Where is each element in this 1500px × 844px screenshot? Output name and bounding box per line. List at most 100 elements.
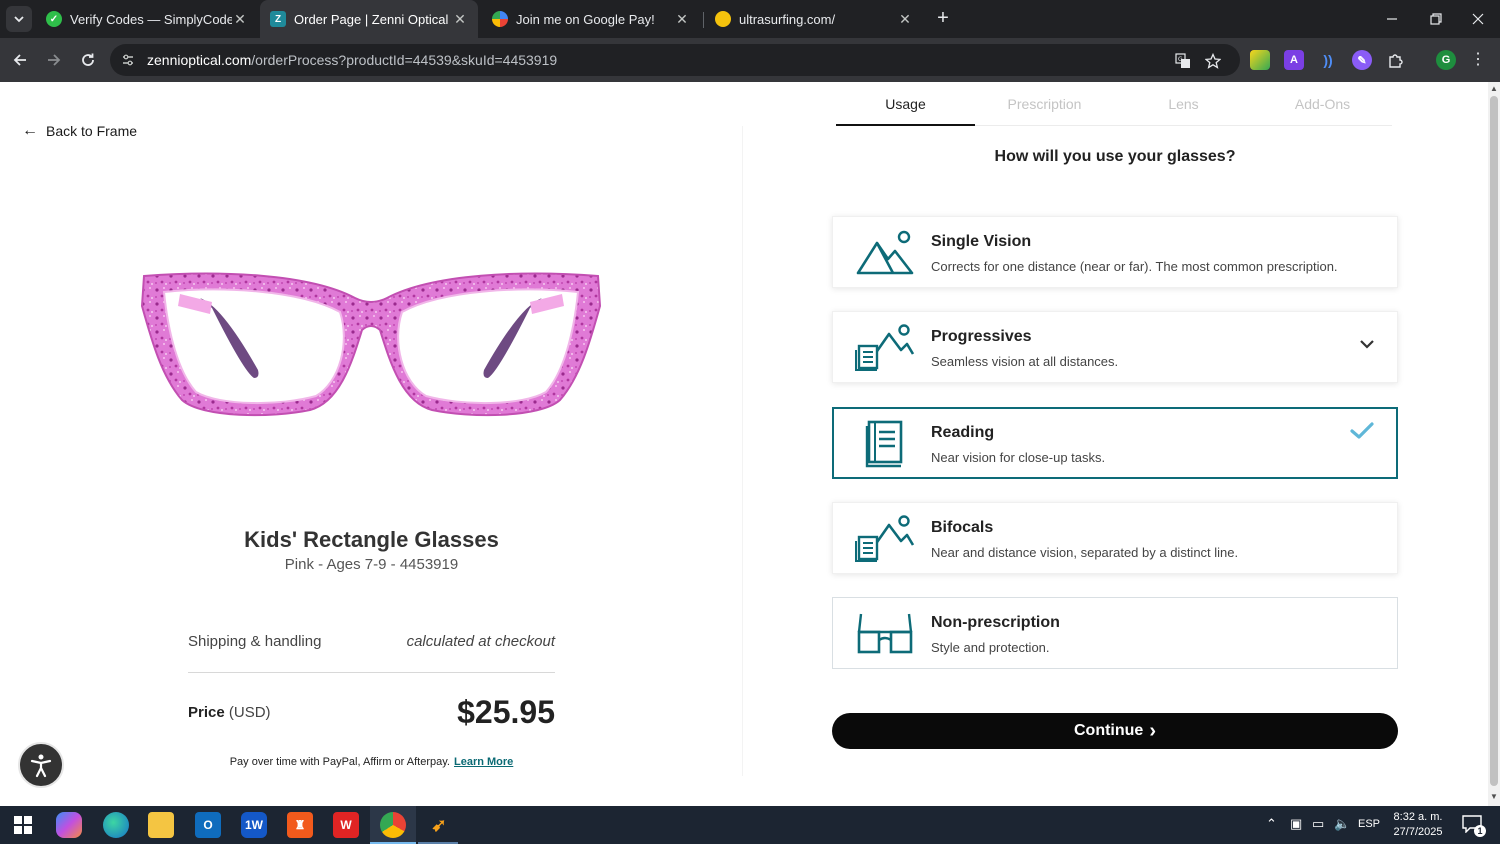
google-pay-icon bbox=[492, 11, 508, 27]
option-desc: Near and distance vision, separated by a… bbox=[931, 545, 1239, 560]
close-window-button[interactable] bbox=[1456, 0, 1500, 38]
profile-avatar[interactable]: G bbox=[1436, 50, 1456, 70]
close-icon bbox=[1472, 13, 1484, 25]
address-bar[interactable]: zennioptical.com/orderProcess?productId=… bbox=[110, 44, 1240, 76]
notification-badge: 1 bbox=[1474, 825, 1486, 837]
option-title: Non-prescription bbox=[931, 614, 1060, 631]
bookmark-star-icon[interactable] bbox=[1204, 52, 1222, 70]
back-to-frame-label: Back to Frame bbox=[46, 123, 138, 139]
clock-date: 27/7/2025 bbox=[1393, 826, 1443, 838]
svg-text:G: G bbox=[1178, 56, 1183, 63]
minimize-button[interactable] bbox=[1370, 0, 1414, 38]
volume-icon[interactable]: 🔈 bbox=[1334, 816, 1350, 832]
browser-toolbar: zennioptical.com/orderProcess?productId=… bbox=[0, 38, 1500, 82]
outlook-icon[interactable]: O bbox=[195, 812, 221, 838]
browser-tab-ultrasurfing[interactable]: ultrasurfing.com/ ✕ bbox=[705, 0, 923, 38]
continue-label: Continue bbox=[1074, 722, 1144, 739]
checkmark-icon bbox=[1350, 422, 1374, 439]
panel-divider bbox=[742, 126, 743, 776]
order-steps: Usage Prescription Lens Add-Ons bbox=[836, 82, 1392, 126]
windows-start-icon[interactable] bbox=[10, 812, 36, 838]
cursor-app-icon[interactable]: ➹ bbox=[426, 812, 452, 838]
onework-icon[interactable]: 1W bbox=[241, 812, 267, 838]
url-host: zennioptical.com bbox=[147, 52, 252, 68]
more-menu-icon[interactable]: ⋮ bbox=[1470, 49, 1486, 69]
browser-tab-simplycodes[interactable]: ✓ Verify Codes — SimplyCodes ✕ bbox=[36, 0, 258, 38]
option-single-vision[interactable]: Single Vision Corrects for one distance … bbox=[832, 216, 1398, 288]
book-icon bbox=[865, 420, 903, 468]
scrollbar-thumb[interactable] bbox=[1490, 96, 1498, 786]
translate-icon[interactable]: G bbox=[1174, 52, 1192, 70]
mountain-icon bbox=[856, 230, 914, 275]
option-title: Reading bbox=[931, 424, 995, 441]
edge-icon[interactable] bbox=[103, 812, 129, 838]
taskbar-clock[interactable]: 8:32 a. m. 27/7/2025 bbox=[1388, 810, 1448, 840]
extension-sheets-icon[interactable] bbox=[1250, 50, 1270, 70]
extension-a-icon[interactable]: A bbox=[1284, 50, 1304, 70]
accessibility-button[interactable] bbox=[18, 742, 64, 788]
file-explorer-icon[interactable] bbox=[148, 812, 174, 838]
tab-strip: ✓ Verify Codes — SimplyCodes ✕ Z Order P… bbox=[0, 0, 1500, 38]
option-title: Progressives bbox=[931, 328, 1032, 345]
step-usage[interactable]: Usage bbox=[836, 82, 975, 126]
tray-overflow-icon[interactable]: ⌃ bbox=[1266, 816, 1277, 832]
shipping-label: Shipping & handling bbox=[188, 633, 322, 650]
chevron-down-icon bbox=[14, 16, 24, 23]
usage-question: How will you use your glasses? bbox=[994, 148, 1236, 165]
close-tab-icon[interactable]: ✕ bbox=[897, 11, 913, 28]
language-indicator[interactable]: ESP bbox=[1358, 818, 1380, 830]
taskbar: O 1W ♜ W ➹ ⌃ ▣ ▭ 🔈 ESP 8:32 a. m. 27/7/2… bbox=[0, 806, 1500, 844]
copilot-icon[interactable] bbox=[56, 812, 82, 838]
price-value: $25.95 bbox=[457, 694, 555, 730]
mountain-book-icon bbox=[855, 515, 915, 562]
tab-title: Order Page | Zenni Optical bbox=[294, 11, 449, 27]
chevron-down-icon[interactable] bbox=[1357, 334, 1377, 354]
learn-more-link[interactable]: Learn More bbox=[454, 756, 513, 768]
back-to-frame-link[interactable]: ← Back to Frame bbox=[22, 122, 137, 140]
option-desc: Style and protection. bbox=[931, 640, 1050, 655]
zenni-icon: Z bbox=[270, 11, 286, 27]
reload-button[interactable] bbox=[76, 48, 100, 72]
price-row: Price (USD) $25.95 bbox=[188, 694, 555, 731]
accessibility-icon bbox=[30, 754, 52, 778]
wps-office-icon[interactable]: W bbox=[333, 812, 359, 838]
minimize-icon bbox=[1387, 18, 1397, 20]
close-tab-icon[interactable]: ✕ bbox=[452, 11, 468, 28]
tab-separator bbox=[703, 12, 704, 28]
option-bifocals[interactable]: Bifocals Near and distance vision, separ… bbox=[832, 502, 1398, 574]
extensions-puzzle-icon[interactable] bbox=[1386, 50, 1406, 70]
option-title: Single Vision bbox=[931, 233, 1032, 250]
close-tab-icon[interactable]: ✕ bbox=[674, 11, 690, 28]
extension-circle-icon[interactable]: ✎ bbox=[1352, 50, 1372, 70]
restore-icon bbox=[1430, 13, 1442, 25]
step-add-ons: Add-Ons bbox=[1294, 96, 1351, 112]
close-tab-icon[interactable]: ✕ bbox=[232, 11, 248, 28]
site-settings-icon[interactable] bbox=[120, 52, 136, 68]
tab-search-button[interactable] bbox=[6, 6, 32, 32]
browser-tab-zenni[interactable]: Z Order Page | Zenni Optical ✕ bbox=[260, 0, 478, 38]
continue-button[interactable]: Continue › bbox=[832, 713, 1398, 749]
product-glasses-image bbox=[140, 272, 602, 417]
scroll-up-icon[interactable]: ▲ bbox=[1490, 84, 1498, 94]
option-non-prescription[interactable]: Non-prescription Style and protection. bbox=[832, 597, 1398, 669]
new-tab-button[interactable]: + bbox=[932, 8, 954, 30]
scroll-down-icon[interactable]: ▼ bbox=[1490, 792, 1498, 802]
forward-button[interactable] bbox=[42, 48, 66, 72]
browser-tab-google-pay[interactable]: Join me on Google Pay! ✕ bbox=[482, 0, 700, 38]
step-prescription: Prescription bbox=[1007, 96, 1082, 112]
product-name: Kids' Rectangle Glasses bbox=[244, 527, 499, 552]
extension-wave-icon[interactable]: )) bbox=[1318, 50, 1338, 70]
brave-icon[interactable]: ♜ bbox=[287, 812, 313, 838]
ultrasurf-icon bbox=[715, 11, 731, 27]
meet-now-icon[interactable]: ▣ bbox=[1290, 816, 1302, 832]
chrome-icon[interactable] bbox=[380, 812, 406, 838]
restore-button[interactable] bbox=[1414, 0, 1458, 38]
page-scrollbar[interactable]: ▲ ▼ bbox=[1488, 82, 1500, 806]
back-button[interactable] bbox=[8, 48, 32, 72]
network-icon[interactable]: ▭ bbox=[1312, 816, 1324, 832]
option-reading[interactable]: Reading Near vision for close-up tasks. bbox=[832, 407, 1398, 479]
arrow-right-icon bbox=[48, 54, 61, 66]
option-progressives[interactable]: Progressives Seamless vision at all dist… bbox=[832, 311, 1398, 383]
option-title: Bifocals bbox=[931, 519, 994, 536]
pay-later-note: Pay over time with PayPal, Affirm or Aft… bbox=[188, 756, 555, 768]
